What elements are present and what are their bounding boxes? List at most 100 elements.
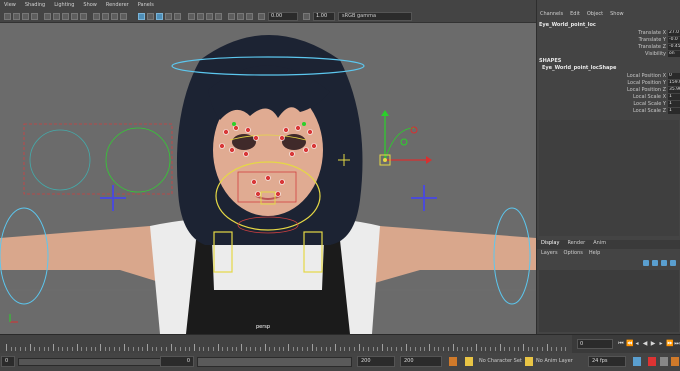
new-layer-icon[interactable]	[661, 260, 667, 266]
scene-render[interactable]	[0, 0, 536, 334]
field-chart-icon[interactable]	[80, 13, 87, 20]
preferences-icon[interactable]	[671, 357, 679, 366]
motion-blur-icon[interactable]	[197, 13, 204, 20]
ruler-tick	[499, 344, 501, 351]
character-set-label[interactable]: No Character Set	[479, 358, 522, 364]
colorspace-dropdown[interactable]: sRGB gamma	[338, 12, 412, 21]
attr-translate-z[interactable]: Translate Z -0.45	[606, 43, 680, 50]
camera-attributes-icon[interactable]	[13, 13, 20, 20]
bookmark-icon[interactable]	[22, 13, 29, 20]
menu-lighting[interactable]: Lighting	[54, 2, 74, 8]
camera-select-icon[interactable]	[4, 13, 11, 20]
wireframe-icon[interactable]	[111, 13, 118, 20]
gate-mask-icon[interactable]	[71, 13, 78, 20]
attr-translate-y[interactable]: Translate Y -0.0	[606, 36, 680, 43]
animation-start-field[interactable]: 0	[1, 356, 15, 367]
menu-channels[interactable]: Channels	[540, 11, 563, 20]
playback-start-field[interactable]: 0	[160, 356, 194, 367]
shape-name[interactable]: Eye_World_point_locShape	[542, 65, 616, 71]
menu-edit[interactable]: Edit	[570, 11, 580, 20]
gamma-icon[interactable]	[303, 13, 310, 20]
go-to-start-icon[interactable]: ⏮	[618, 340, 624, 347]
ruler-tick	[137, 347, 139, 351]
menu-panels[interactable]: Panels	[138, 2, 154, 8]
record-icon[interactable]	[648, 357, 656, 366]
key-tick-icon[interactable]	[633, 357, 641, 366]
xray-joints-icon[interactable]	[237, 13, 244, 20]
menu-view[interactable]: View	[4, 2, 16, 8]
time-slider[interactable]: 0 ⏮ ⏪ ◂ ◀ ▶ ▸ ⏩ ⏭	[0, 334, 680, 354]
attr-visibility[interactable]: Visibility on	[606, 50, 680, 57]
move-layer-up-icon[interactable]	[643, 260, 649, 266]
node-name[interactable]: Eye_World_point_loc	[539, 22, 596, 28]
step-back-key-icon[interactable]: ⏪	[626, 340, 633, 347]
tab-display[interactable]: Display	[541, 240, 559, 249]
wireframe-on-shaded-icon[interactable]	[147, 13, 154, 20]
go-to-end-icon[interactable]: ⏭	[674, 340, 680, 347]
move-layer-down-icon[interactable]	[652, 260, 658, 266]
menu-object[interactable]: Object	[587, 11, 603, 20]
sound-icon[interactable]	[660, 357, 668, 366]
menu-show[interactable]: Show	[83, 2, 97, 8]
attr-translate-x[interactable]: Translate X 27.0	[606, 29, 680, 36]
viewport-panel[interactable]: persp	[0, 0, 536, 334]
attr-local-position-x[interactable]: Local Position X 0	[606, 72, 680, 79]
safe-action-icon[interactable]	[93, 13, 100, 20]
play-backwards-icon[interactable]: ◀	[642, 340, 648, 347]
resolution-gate-icon[interactable]	[62, 13, 69, 20]
antialiasing-icon[interactable]	[206, 13, 213, 20]
safe-title-icon[interactable]	[102, 13, 109, 20]
image-plane-icon[interactable]	[31, 13, 38, 20]
depth-of-field-icon[interactable]	[215, 13, 222, 20]
gamma-field[interactable]: 1.00	[313, 12, 335, 21]
attr-local-scale-y[interactable]: Local Scale Y 1	[606, 100, 680, 107]
time-ruler[interactable]	[0, 335, 572, 354]
auto-key-icon[interactable]	[449, 357, 457, 366]
ruler-tick	[198, 347, 200, 351]
step-forward-frame-icon[interactable]: ▸	[658, 340, 664, 347]
xray-icon[interactable]	[138, 13, 145, 20]
ruler-tick	[203, 347, 205, 351]
current-frame-field[interactable]: 0	[577, 339, 613, 349]
anim-layer-icon[interactable]	[525, 357, 533, 366]
animation-end-field[interactable]: 200	[400, 356, 442, 367]
menu-renderer[interactable]: Renderer	[106, 2, 129, 8]
xray-components-icon[interactable]	[246, 13, 253, 20]
tab-anim[interactable]: Anim	[593, 240, 606, 249]
layer-editor-menu: Layers Options Help	[537, 250, 680, 258]
fps-dropdown[interactable]: 24 fps	[588, 356, 626, 367]
character-set-icon[interactable]	[465, 357, 473, 366]
menu-help[interactable]: Help	[589, 250, 600, 258]
exposure-field[interactable]: 0.00	[268, 12, 298, 21]
ruler-tick	[241, 344, 242, 351]
anim-layer-label[interactable]: No Anim Layer	[536, 358, 573, 364]
playback-end-field[interactable]: 200	[357, 356, 395, 367]
attr-local-scale-x[interactable]: Local Scale X 1	[606, 93, 680, 100]
step-back-frame-icon[interactable]: ◂	[634, 340, 640, 347]
lights-icon[interactable]	[165, 13, 172, 20]
attr-local-scale-z[interactable]: Local Scale Z 1	[606, 107, 680, 114]
menu-layers[interactable]: Layers	[541, 250, 558, 258]
layer-list[interactable]	[539, 270, 679, 332]
ruler-tick	[109, 347, 111, 351]
grid-toggle-icon[interactable]	[44, 13, 51, 20]
shadows-icon[interactable]	[174, 13, 181, 20]
menu-show[interactable]: Show	[610, 11, 624, 20]
menu-shading[interactable]: Shading	[25, 2, 45, 8]
play-forwards-icon[interactable]: ▶	[650, 340, 656, 347]
menu-options[interactable]: Options	[564, 250, 583, 258]
smooth-shade-icon[interactable]	[120, 13, 127, 20]
tab-render[interactable]: Render	[567, 240, 585, 249]
step-forward-key-icon[interactable]: ⏩	[666, 340, 673, 347]
ruler-tick	[494, 347, 496, 351]
ambient-occlusion-icon[interactable]	[188, 13, 195, 20]
isolate-select-icon[interactable]	[228, 13, 235, 20]
new-layer-selected-icon[interactable]	[670, 260, 676, 266]
attr-local-position-z[interactable]: Local Position Z 35.96	[606, 86, 680, 93]
cross-control-right	[411, 185, 437, 211]
range-slider-handle[interactable]	[197, 357, 352, 367]
attr-local-position-y[interactable]: Local Position Y 159.0	[606, 79, 680, 86]
exposure-icon[interactable]	[258, 13, 265, 20]
textured-icon[interactable]	[156, 13, 163, 20]
film-gate-icon[interactable]	[53, 13, 60, 20]
